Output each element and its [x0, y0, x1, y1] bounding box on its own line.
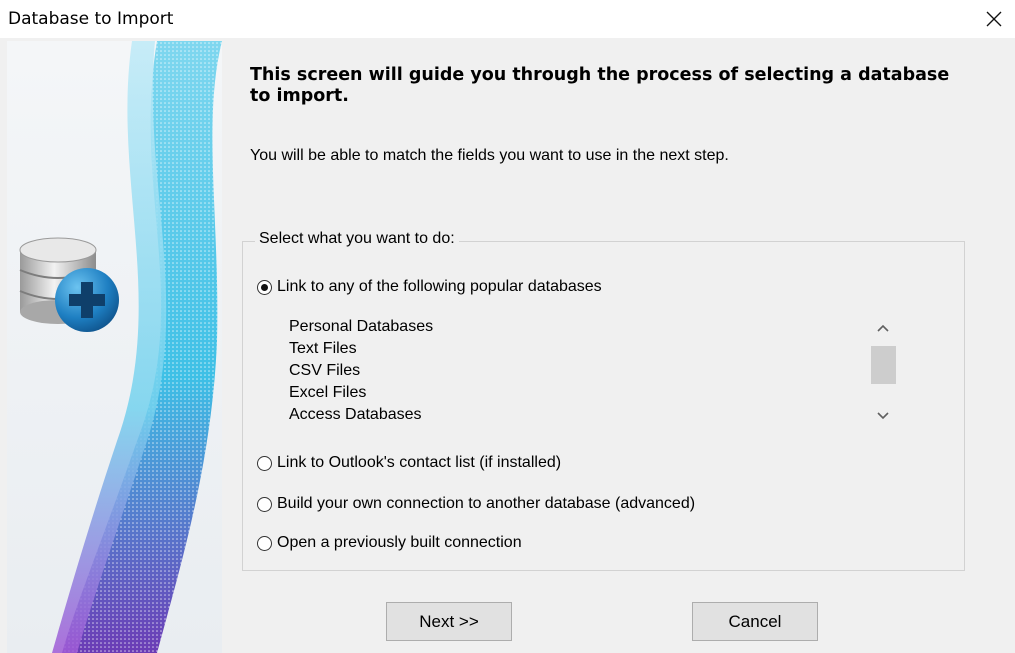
scroll-thumb[interactable] — [871, 346, 896, 384]
next-button[interactable]: Next >> — [386, 602, 512, 641]
radio-link-outlook-contacts[interactable]: Link to Outlook's contact list (if insta… — [257, 454, 561, 472]
close-button[interactable] — [979, 4, 1009, 34]
window-title: Database to Import — [8, 9, 174, 29]
radio-button-selected[interactable] — [257, 279, 272, 295]
list-scrollbar[interactable] — [869, 319, 897, 427]
banner-art — [52, 41, 222, 653]
group-label: Select what you want to do: — [255, 230, 459, 248]
close-icon — [986, 11, 1002, 27]
list-item[interactable]: CSV Files — [289, 360, 360, 382]
chevron-down-icon — [877, 412, 889, 420]
list-item[interactable]: Access Databases — [289, 404, 422, 426]
radio-label: Open a previously built connection — [277, 534, 522, 551]
page-subtext: You will be able to match the fields you… — [250, 147, 729, 164]
list-item[interactable]: Excel Files — [289, 382, 366, 404]
scroll-down-button[interactable] — [869, 407, 897, 425]
page-heading: This screen will guide you through the p… — [250, 65, 950, 106]
chevron-up-icon — [877, 324, 889, 332]
list-item[interactable]: Personal Databases — [289, 316, 433, 338]
wizard-content: This screen will guide you through the p… — [222, 41, 1015, 653]
radio-button[interactable] — [257, 496, 272, 512]
wizard-banner — [7, 41, 222, 653]
radio-link-popular-databases[interactable]: Link to any of the following popular dat… — [257, 278, 602, 296]
scroll-up-button[interactable] — [869, 319, 897, 337]
database-add-icon — [19, 237, 119, 332]
radio-label: Link to any of the following popular dat… — [277, 278, 602, 295]
radio-label: Build your own connection to another dat… — [277, 495, 696, 512]
cancel-button[interactable]: Cancel — [692, 602, 818, 641]
radio-open-previous-connection[interactable]: Open a previously built connection — [257, 534, 522, 552]
radio-button[interactable] — [257, 535, 272, 551]
radio-button[interactable] — [257, 455, 272, 471]
list-item[interactable]: Text Files — [289, 338, 357, 360]
radio-build-own-connection[interactable]: Build your own connection to another dat… — [257, 495, 695, 513]
title-bar: Database to Import — [0, 0, 1015, 38]
action-groupbox: Select what you want to do: Link to any … — [242, 230, 965, 571]
radio-label: Link to Outlook's contact list (if insta… — [277, 454, 562, 471]
database-type-list[interactable]: Personal Databases Text Files CSV Files … — [289, 316, 909, 431]
